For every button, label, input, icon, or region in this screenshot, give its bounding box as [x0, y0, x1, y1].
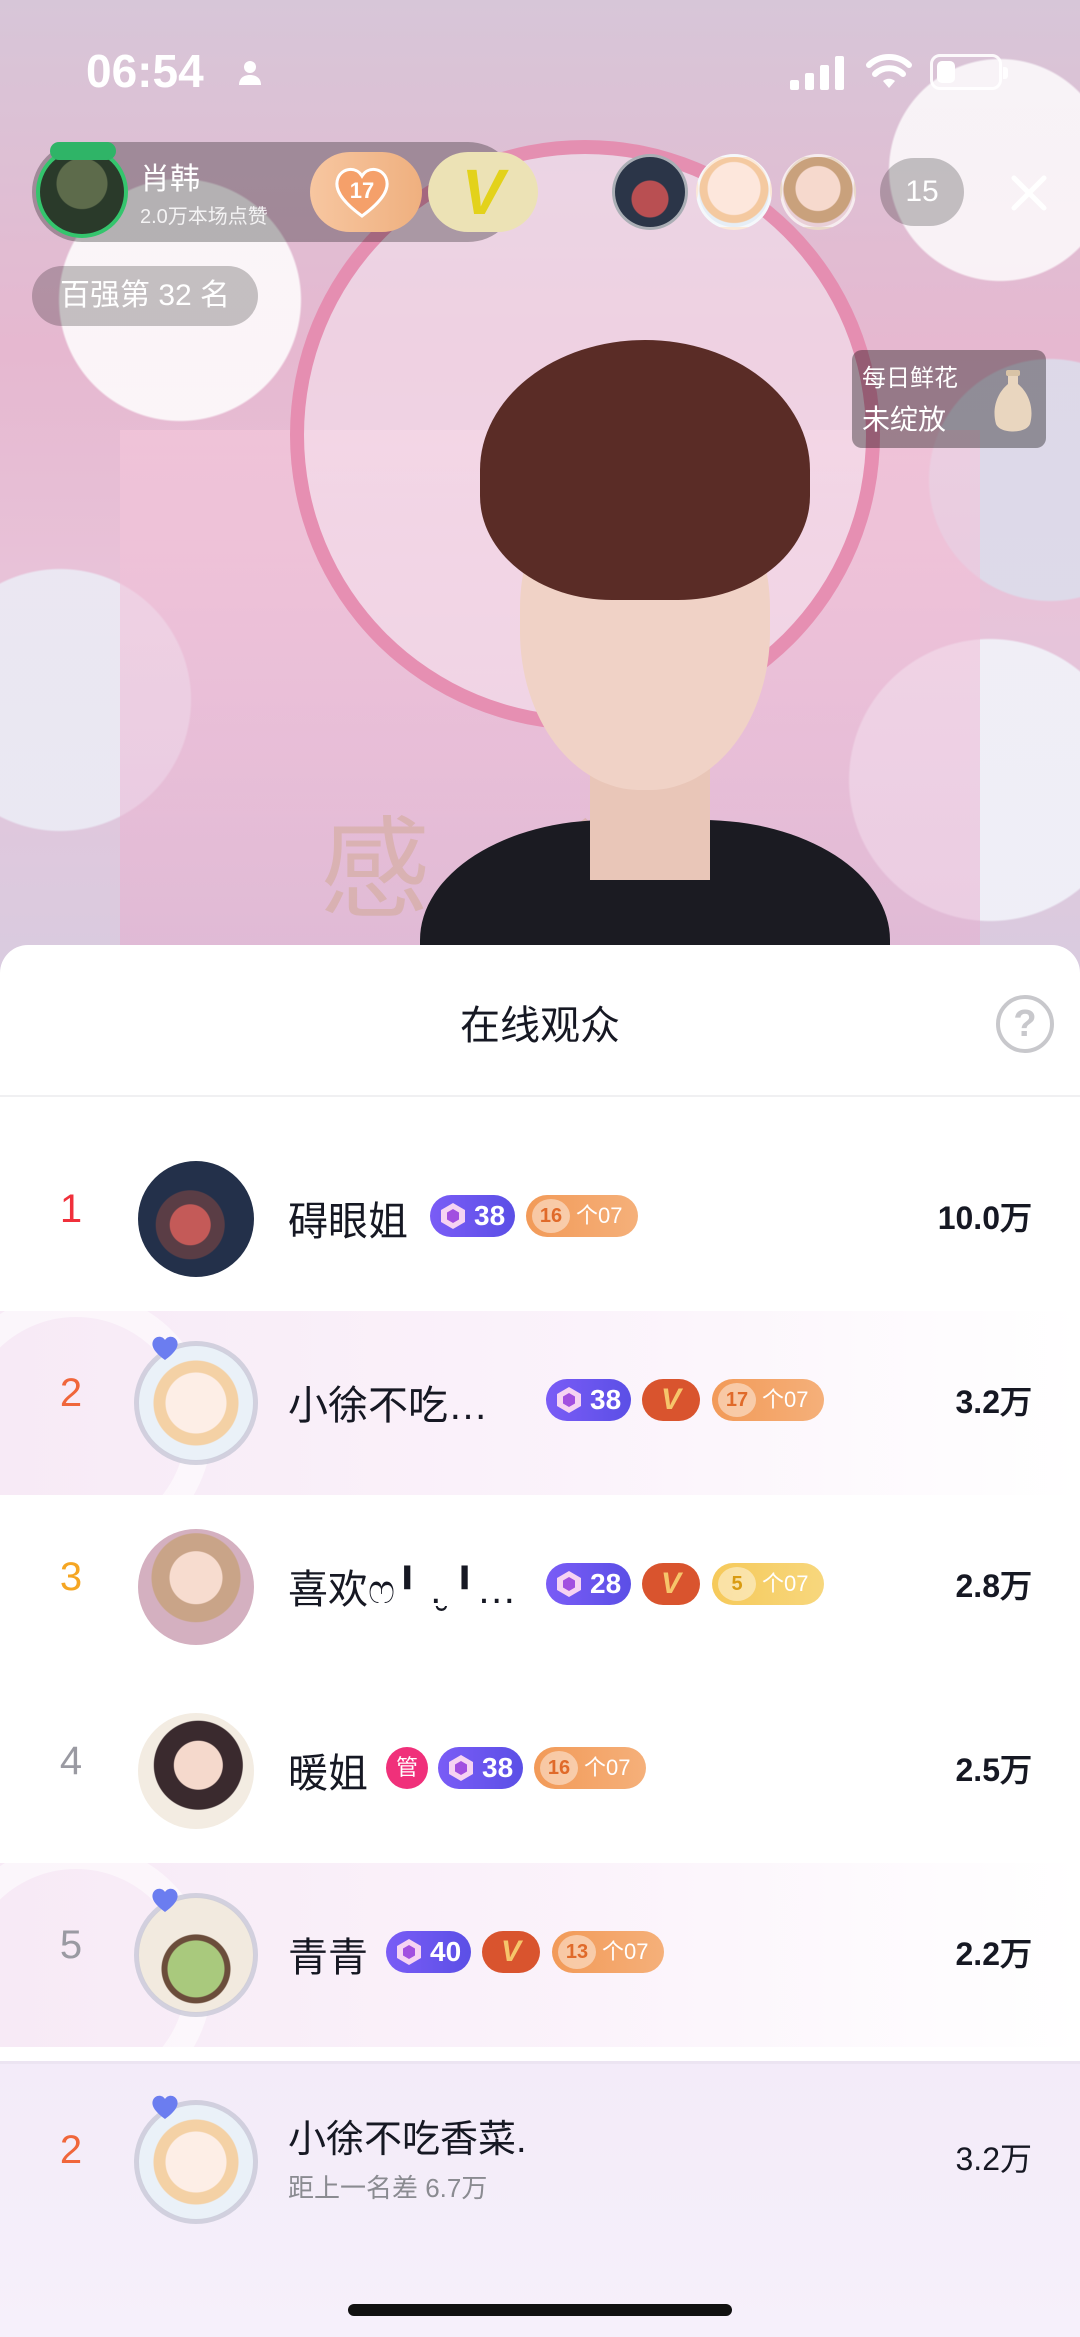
online-audience-sheet: 在线观众 ? 1 碍眼姐 38 16 个07 10.0万 2 小徐不吃… 38 V…	[0, 945, 1080, 2337]
signal-icon	[790, 56, 844, 90]
user-name: 青青	[288, 1936, 368, 1980]
gem-icon	[449, 1755, 473, 1781]
my-name: 小徐不吃香菜.	[288, 2119, 527, 2161]
viewer-count[interactable]: 15	[880, 158, 964, 226]
audience-row[interactable]: 5 青青 40 V 13 个07 2.2万	[0, 1843, 1080, 2115]
vip-badge: V	[642, 1563, 700, 1605]
vip-badge[interactable]: V	[428, 152, 538, 232]
host-name: 肖韩	[140, 163, 200, 196]
my-rank-row[interactable]: 2 小徐不吃香菜. 距上一名差 6.7万 3.2万	[0, 2061, 1080, 2337]
vip-badge: V	[482, 1931, 540, 1973]
level-badge: 40	[386, 1931, 472, 1973]
audience-row[interactable]: 3 喜欢ෆ╹ .̮ ╹… 28 V 5 个07 2.8万	[0, 1495, 1080, 1679]
viewer-avatar[interactable]	[696, 154, 772, 230]
person-icon	[239, 61, 261, 85]
row-rank: 5	[59, 1923, 83, 1967]
daily-flower-widget[interactable]: 每日鲜花 未绽放	[852, 350, 1046, 448]
help-icon[interactable]: ?	[996, 995, 1054, 1053]
fan-badge: 13 个07	[552, 1931, 665, 1973]
fan-badge: 16 个07	[526, 1195, 639, 1237]
status-bar: 06:54	[0, 0, 1080, 140]
heart-icon	[152, 1336, 178, 1360]
flower-title: 每日鲜花	[862, 365, 958, 392]
close-icon[interactable]	[1000, 164, 1058, 222]
row-rank: 1	[59, 1187, 83, 1231]
viewer-avatar[interactable]	[780, 154, 856, 230]
gem-icon	[397, 1939, 421, 1965]
manager-badge: 管	[386, 1747, 428, 1789]
svg-text:17: 17	[350, 178, 374, 203]
streamer-figure	[420, 340, 890, 1000]
gap-to-previous: 距上一名差 6.7万	[288, 2173, 488, 2203]
heart-icon	[152, 1888, 178, 1912]
status-time: 06:54	[86, 45, 204, 97]
my-rank: 2	[59, 2128, 83, 2172]
vase-icon	[994, 370, 1032, 432]
user-score: 2.5万	[955, 1752, 1033, 1788]
fan-badge: 5 个07	[712, 1563, 825, 1605]
heart-icon: 17	[335, 168, 389, 218]
user-score: 2.2万	[955, 1936, 1033, 1972]
user-name: 暖姐	[288, 1752, 368, 1796]
battery-icon	[930, 54, 1008, 90]
row-rank: 4	[59, 1739, 83, 1783]
row-rank: 2	[59, 1371, 83, 1415]
woman-avatar[interactable]	[138, 1713, 254, 1829]
user-name: 喜欢ෆ╹ .̮ ╹…	[288, 1568, 517, 1612]
level-badge: 38	[546, 1379, 632, 1421]
host-likes: 2.0万本场点赞	[140, 206, 268, 228]
gem-icon	[557, 1387, 581, 1413]
night-scene-avatar[interactable]	[138, 1161, 254, 1277]
level-badge: 38	[438, 1747, 524, 1789]
level-badge: 38	[430, 1195, 516, 1237]
audience-row[interactable]: 1 碍眼姐 38 16 个07 10.0万	[0, 1127, 1080, 1311]
viewer-avatar[interactable]	[612, 154, 688, 230]
host-ribbon	[50, 142, 116, 160]
ranking-chip[interactable]: 百强第 32 名	[32, 266, 259, 326]
sheet-title: 在线观众	[460, 1004, 620, 1048]
gem-icon	[557, 1571, 581, 1597]
user-name: 碍眼姐	[288, 1200, 408, 1244]
gem-icon	[441, 1203, 465, 1229]
home-indicator[interactable]	[348, 2304, 732, 2316]
fan-badge: 17 个07	[712, 1379, 825, 1421]
battery-level	[937, 61, 955, 83]
my-score: 3.2万	[955, 2141, 1033, 2177]
wifi-icon	[866, 54, 912, 88]
divider	[0, 1095, 1080, 1097]
vip-badge: V	[642, 1379, 700, 1421]
row-rank: 3	[59, 1555, 83, 1599]
fan-badge: 16 个07	[534, 1747, 647, 1789]
audience-row[interactable]: 2 小徐不吃… 38 V 17 个07 3.2万	[0, 1291, 1080, 1563]
user-name: 小徐不吃…	[288, 1384, 488, 1428]
user-score: 3.2万	[955, 1384, 1033, 1420]
flower-status: 未绽放	[862, 404, 947, 435]
audience-row[interactable]: 4 暖姐 管 38 16 个07 2.5万	[0, 1679, 1080, 1863]
user-score: 2.8万	[955, 1568, 1033, 1604]
level-badge: 28	[546, 1563, 632, 1605]
heart-icon	[152, 2095, 178, 2119]
user-score: 10.0万	[937, 1200, 1032, 1236]
doll-avatar[interactable]	[138, 1529, 254, 1645]
host-card[interactable]: 肖韩 2.0万本场点赞 17 V	[32, 142, 538, 242]
